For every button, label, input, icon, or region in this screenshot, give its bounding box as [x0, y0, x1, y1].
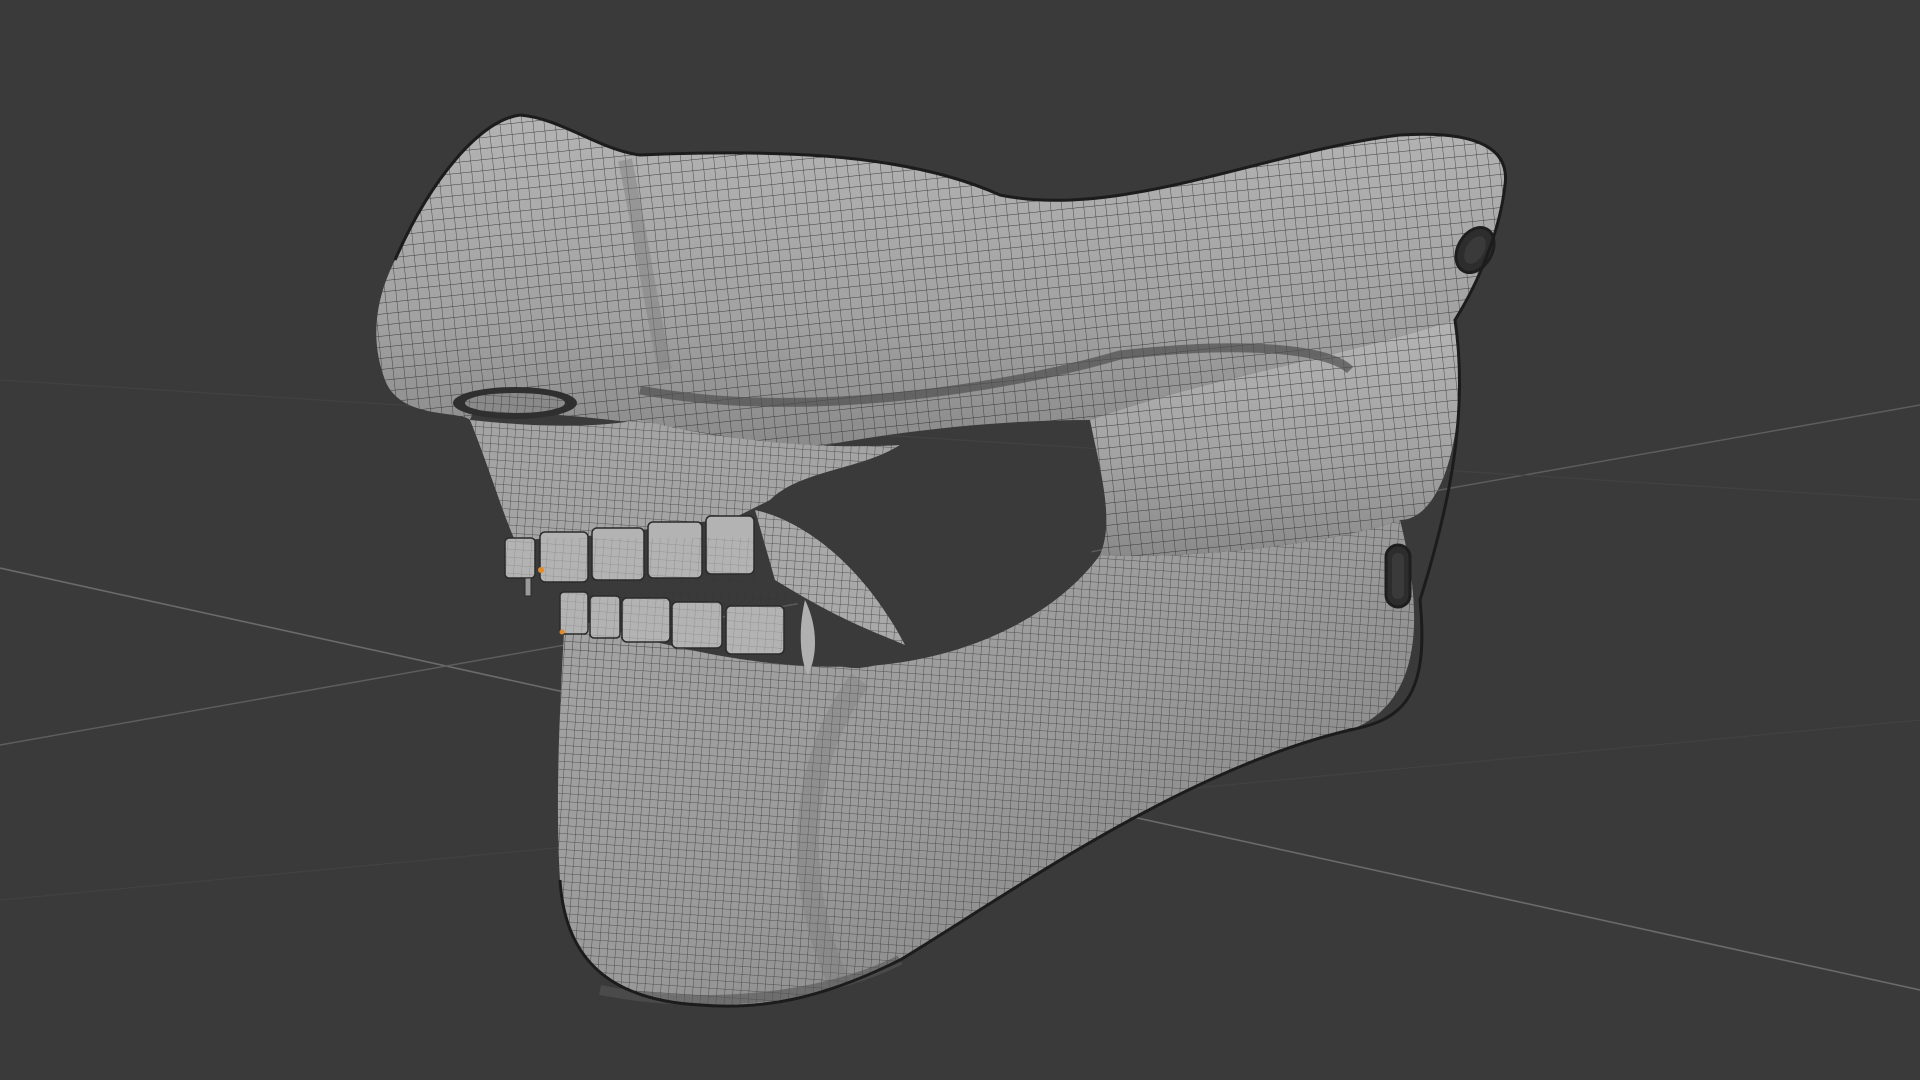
mesh-object[interactable]: [376, 113, 1508, 1008]
lower-teeth: [559, 591, 785, 655]
3d-viewport[interactable]: [0, 0, 1920, 1080]
tooth-detail: [524, 577, 532, 597]
selected-vertex: [559, 629, 565, 635]
selected-vertex: [538, 567, 544, 573]
viewport-canvas[interactable]: [0, 0, 1920, 1080]
